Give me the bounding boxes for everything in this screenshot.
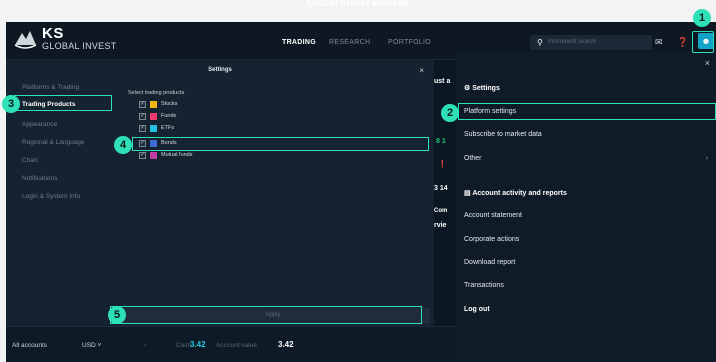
checkbox-checked-icon[interactable]: ✓: [139, 100, 146, 108]
bg-fragment: 3 14: [434, 185, 448, 192]
mutual-funds-color-icon: [150, 151, 157, 159]
bg-fragment: ❗: [438, 161, 447, 168]
callout-4: 4: [114, 136, 132, 154]
bg-fragment: 8 1: [436, 138, 446, 145]
activity-section-header: ▤ Account activity and reports: [464, 189, 567, 197]
gear-icon: ⚙: [464, 85, 471, 92]
category-login-system-info[interactable]: Login & System Info: [22, 193, 80, 200]
nav-trading[interactable]: TRADING: [282, 39, 316, 46]
product-row-mutual-funds[interactable]: ✓ Mutual funds: [139, 151, 193, 159]
bg-fragment: Com: [434, 208, 448, 214]
user-menu-panel: × ⚙ Settings Platform settings Subscribe…: [456, 52, 716, 362]
category-appearance[interactable]: Appearance: [22, 121, 57, 128]
product-label: ETFs: [161, 125, 175, 131]
product-row-etfs[interactable]: ✓ ETFs: [139, 124, 174, 132]
checkbox-checked-icon[interactable]: ✓: [139, 151, 146, 159]
funds-color-icon: [150, 112, 157, 120]
checkbox-checked-icon[interactable]: ✓: [139, 112, 146, 120]
messages-icon[interactable]: ✉: [655, 37, 663, 48]
product-label: Stocks: [161, 101, 178, 107]
settings-header-label: Settings: [472, 85, 500, 92]
products-heading: Select trading products: [128, 90, 185, 96]
currency-label: USD: [82, 342, 96, 349]
cash-label: Cash: [176, 342, 192, 349]
activity-header-label: Account activity and reports: [472, 190, 567, 197]
category-regional-language[interactable]: Regional & Language: [22, 139, 85, 146]
chevron-right-icon: ›: [705, 155, 708, 162]
help-icon[interactable]: ❓: [677, 37, 688, 48]
highlight-trading-products: [14, 95, 112, 111]
stocks-color-icon: [150, 100, 157, 108]
brand-name: KS: [42, 25, 64, 42]
account-bar: All accounts USD ˅ › Cash 3.42 Account v…: [6, 326, 456, 362]
category-chart[interactable]: Chart: [22, 157, 38, 164]
menu-other[interactable]: Other: [464, 155, 482, 162]
chevron-down-icon: ˅: [97, 342, 102, 349]
menu-corporate-actions[interactable]: Corporate actions: [464, 236, 519, 243]
report-icon: ▤: [464, 190, 471, 197]
callout-5: 5: [108, 306, 126, 324]
instrument-search[interactable]: ⚲ Instrument search: [530, 35, 652, 50]
search-icon: ⚲: [537, 38, 543, 47]
chevron-right-icon[interactable]: ›: [144, 342, 146, 349]
category-notifications[interactable]: Notifications: [22, 175, 57, 182]
account-value-label: Account value: [216, 342, 257, 349]
nav-portfolio[interactable]: PORTFOLIO: [388, 39, 431, 46]
product-label: Mutual funds: [161, 152, 193, 158]
close-icon[interactable]: ×: [419, 66, 424, 75]
close-icon[interactable]: ×: [705, 58, 710, 68]
product-row-funds[interactable]: ✓ Funds: [139, 112, 176, 120]
bg-fragment: ust a: [434, 78, 451, 85]
menu-transactions[interactable]: Transactions: [464, 282, 504, 289]
menu-log-out[interactable]: Log out: [464, 306, 490, 313]
settings-section-header: ⚙ Settings: [464, 84, 500, 92]
callout-2: 2: [441, 104, 459, 122]
logo-icon[interactable]: [12, 27, 38, 53]
nav-research[interactable]: RESEARCH: [329, 39, 370, 46]
currency-selector[interactable]: USD ˅: [82, 342, 101, 349]
category-platforms-trading[interactable]: Platforms & Trading: [22, 84, 79, 91]
product-row-stocks[interactable]: ✓ Stocks: [139, 100, 178, 108]
document-heading: Global Invest website: [306, 0, 410, 9]
cash-value: 3.42: [190, 340, 206, 349]
callout-3: 3: [2, 95, 20, 113]
menu-account-statement[interactable]: Account statement: [464, 212, 522, 219]
highlight-platform-settings: [458, 103, 716, 120]
brand-subtitle: GLOBAL INVEST: [42, 41, 117, 51]
checkbox-checked-icon[interactable]: ✓: [139, 124, 146, 132]
menu-download-report[interactable]: Download report: [464, 259, 515, 266]
highlight-apply: [110, 306, 422, 324]
etfs-color-icon: [150, 124, 157, 132]
menu-subscribe-market-data[interactable]: Subscribe to market data: [464, 131, 542, 138]
search-placeholder: Instrument search: [548, 39, 597, 45]
settings-title: Settings: [208, 67, 232, 73]
callout-1: 1: [693, 9, 711, 27]
highlight-user-button: [692, 31, 714, 53]
highlight-bonds: [132, 137, 429, 151]
product-label: Funds: [161, 113, 177, 119]
account-value: 3.42: [278, 340, 294, 349]
accounts-selector[interactable]: All accounts: [12, 342, 47, 349]
bg-fragment: rvie: [434, 222, 447, 229]
